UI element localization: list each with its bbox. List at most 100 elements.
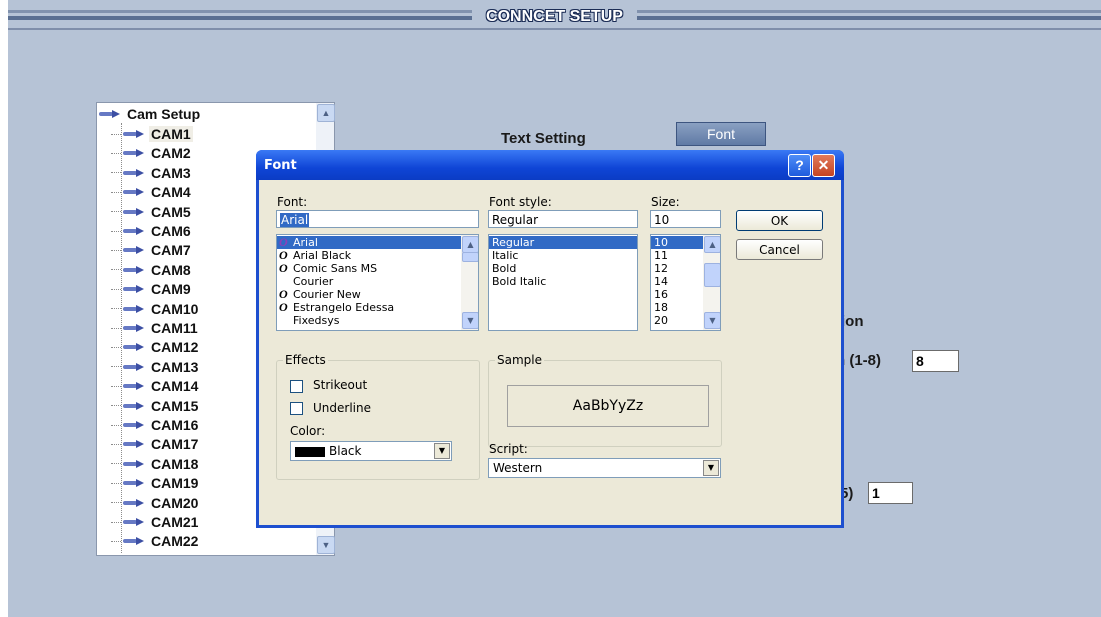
color-value: Black bbox=[329, 444, 362, 458]
tree-item-cam2[interactable]: CAM2 bbox=[111, 144, 193, 162]
tree-item-cam7[interactable]: CAM7 bbox=[111, 241, 193, 259]
tree-item-cam17[interactable]: CAM17 bbox=[111, 435, 200, 453]
font-list-item[interactable]: O Estrangelo Edessa bbox=[277, 301, 478, 315]
camera-icon bbox=[123, 421, 145, 429]
font-name-input[interactable]: Arial bbox=[276, 210, 479, 228]
font-style-item[interactable]: Bold bbox=[489, 262, 637, 275]
chevron-down-icon[interactable]: ▼ bbox=[434, 443, 450, 459]
camera-icon bbox=[123, 459, 145, 468]
font-list-item[interactable]: O Comic Sans MS bbox=[277, 262, 478, 276]
close-button[interactable]: ✕ bbox=[812, 154, 835, 177]
tree-item-cam8[interactable]: CAM8 bbox=[111, 261, 193, 279]
font-style-list[interactable]: Regular Italic Bold Bold Italic bbox=[488, 234, 638, 331]
font-style-item[interactable]: Bold Italic bbox=[489, 275, 637, 288]
dialog-titlebar[interactable]: Font ? ✕ bbox=[256, 150, 844, 180]
camera-icon bbox=[123, 130, 145, 138]
font-name: Estrangelo Edessa bbox=[293, 301, 395, 314]
font-name: Courier New bbox=[293, 288, 361, 301]
tree-item-cam12[interactable]: CAM12 bbox=[111, 338, 200, 356]
font-style-item[interactable]: Regular bbox=[489, 236, 637, 249]
color-label: Color: bbox=[290, 424, 326, 438]
font-list-item[interactable]: O Arial bbox=[277, 236, 478, 249]
value-input[interactable]: 1 bbox=[868, 482, 913, 504]
font-name: Arial Black bbox=[293, 249, 352, 262]
dialog-title: Font bbox=[264, 158, 297, 173]
scroll-down-icon[interactable]: ▼ bbox=[462, 312, 478, 329]
tree-item-cam6[interactable]: CAM6 bbox=[111, 222, 193, 240]
tree-item-label: CAM10 bbox=[151, 300, 199, 317]
camera-icon bbox=[123, 382, 145, 391]
font-list-item[interactable]: O Courier New bbox=[277, 288, 478, 302]
font-style-label: Font style: bbox=[489, 195, 552, 209]
tree-item-cam21[interactable]: CAM21 bbox=[111, 513, 200, 531]
camera-icon bbox=[123, 518, 145, 526]
tree-item-label: CAM20 bbox=[151, 494, 199, 511]
camera-icon bbox=[123, 304, 145, 313]
font-button[interactable]: Font bbox=[676, 122, 766, 146]
tree-item-label: CAM15 bbox=[151, 397, 199, 414]
scroll-up-icon[interactable]: ▲ bbox=[704, 236, 720, 253]
tree-item-cam4[interactable]: CAM4 bbox=[111, 183, 193, 201]
tree-item-cam19[interactable]: CAM19 bbox=[111, 474, 200, 492]
tree-root[interactable]: Cam Setup bbox=[99, 105, 202, 123]
tree-item-label: CAM13 bbox=[151, 358, 199, 375]
size-list[interactable]: 10 11 12 14 16 18 20 ▲ ▼ bbox=[650, 234, 721, 331]
camera-icon bbox=[123, 498, 145, 507]
channel-input[interactable]: 8 bbox=[912, 350, 959, 372]
size-list-scrollbar[interactable]: ▲ ▼ bbox=[703, 235, 720, 330]
underline-label: Underline bbox=[313, 401, 371, 415]
scroll-thumb[interactable] bbox=[462, 252, 478, 262]
color-combo[interactable]: Black ▼ bbox=[290, 441, 452, 461]
tree-root-label: Cam Setup bbox=[127, 106, 201, 122]
sample-label: Sample bbox=[495, 353, 544, 367]
scroll-up-icon[interactable]: ▲ bbox=[462, 236, 478, 253]
font-list-item[interactable]: Fixedsys bbox=[277, 314, 478, 327]
tree-item-cam20[interactable]: CAM20 bbox=[111, 494, 200, 512]
tree-item-cam9[interactable]: CAM9 bbox=[111, 280, 193, 298]
sample-preview: AaBbYyZz bbox=[507, 385, 709, 427]
camera-icon bbox=[123, 362, 145, 371]
scroll-down-icon[interactable]: ▼ bbox=[704, 312, 720, 329]
tree-item-cam10[interactable]: CAM10 bbox=[111, 300, 200, 318]
tree-item-cam16[interactable]: CAM16 bbox=[111, 416, 200, 434]
tree-item-cam22[interactable]: CAM22 bbox=[111, 532, 200, 550]
tree-item-label: CAM7 bbox=[151, 242, 191, 259]
tree-item-cam1[interactable]: CAM1 bbox=[111, 125, 193, 143]
font-dialog: Font ? ✕ Font: Arial O Arial O Arial Black O… bbox=[256, 150, 844, 528]
tree-item-cam3[interactable]: CAM3 bbox=[111, 164, 193, 182]
tree-item-label: CAM2 bbox=[151, 145, 191, 162]
font-list[interactable]: O Arial O Arial Black O Comic Sans MS Courier O… bbox=[276, 234, 479, 331]
scroll-thumb[interactable] bbox=[704, 263, 720, 287]
cancel-button[interactable]: Cancel bbox=[736, 239, 823, 260]
strikeout-checkbox[interactable] bbox=[290, 380, 303, 393]
tree-item-label: CAM4 bbox=[151, 184, 191, 201]
script-combo[interactable]: Western ▼ bbox=[488, 458, 721, 478]
camera-icon bbox=[99, 110, 121, 118]
tree-item-label: CAM9 bbox=[151, 281, 191, 298]
font-list-item[interactable]: O Arial Black bbox=[277, 249, 478, 263]
tree-item-cam11[interactable]: CAM11 bbox=[111, 319, 200, 337]
title-bar: CONNCET SETUP bbox=[8, 0, 1101, 30]
tree-item-cam18[interactable]: CAM18 bbox=[111, 455, 200, 473]
font-name: Fixedsys bbox=[293, 314, 340, 327]
size-input[interactable]: 10 bbox=[650, 210, 721, 228]
scroll-down-icon[interactable]: ▼ bbox=[317, 536, 335, 554]
help-button[interactable]: ? bbox=[788, 154, 811, 177]
scroll-up-icon[interactable]: ▲ bbox=[317, 104, 335, 122]
camera-icon bbox=[123, 440, 145, 449]
ok-button[interactable]: OK bbox=[736, 210, 823, 231]
camera-icon bbox=[123, 207, 145, 216]
tree-item-cam15[interactable]: CAM15 bbox=[111, 397, 200, 415]
tree-item-label: CAM8 bbox=[151, 261, 191, 278]
chevron-down-icon[interactable]: ▼ bbox=[703, 460, 719, 476]
font-list-scrollbar[interactable]: ▲ ▼ bbox=[461, 235, 478, 330]
underline-checkbox[interactable] bbox=[290, 402, 303, 415]
font-list-item[interactable]: Courier bbox=[277, 275, 478, 288]
size-label: Size: bbox=[651, 195, 680, 209]
font-style-item[interactable]: Italic bbox=[489, 249, 637, 262]
tree-item-cam13[interactable]: CAM13 bbox=[111, 358, 200, 376]
tree-item-cam5[interactable]: CAM5 bbox=[111, 203, 193, 221]
font-style-input[interactable]: Regular bbox=[488, 210, 638, 228]
text-setting-label: Text Setting bbox=[501, 130, 586, 147]
tree-item-cam14[interactable]: CAM14 bbox=[111, 377, 200, 395]
